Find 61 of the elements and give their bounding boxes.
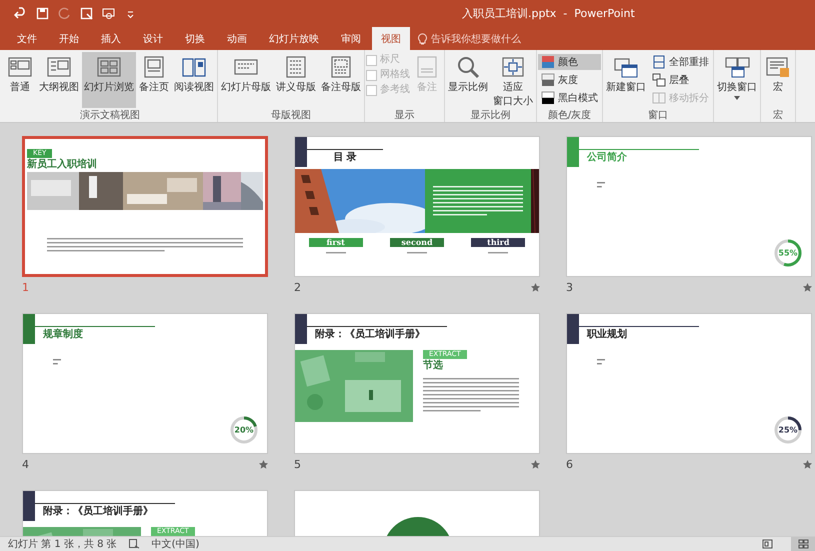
ribbon-tab[interactable]: 切换 <box>174 27 216 50</box>
ribbon-tab[interactable]: 视图 <box>372 27 410 50</box>
group-label: 窗口 <box>647 108 669 122</box>
ribbon-button[interactable]: 显示比例 <box>446 52 490 108</box>
ribbon-button[interactable]: 颜色 <box>538 54 601 70</box>
percent-label: 55% <box>778 248 798 258</box>
group-label: 颜色/灰度 <box>546 108 592 122</box>
slide-title: 职业规划 <box>586 329 628 341</box>
ribbon-button[interactable]: 讲义母版 <box>274 52 318 108</box>
slide-number: 5 <box>294 458 301 470</box>
slide-title: 规章制度 <box>42 329 84 341</box>
ribbon-button[interactable]: 大纲视图 <box>37 52 81 108</box>
ribbon-button[interactable]: 阅读视图 <box>172 52 216 108</box>
ribbon-button[interactable]: 备注母版 <box>319 52 363 108</box>
ribbon-tab[interactable]: 开始 <box>48 27 90 50</box>
ribbon-button[interactable]: 适应 窗口大小 <box>491 52 535 108</box>
slide-title: 附录：《员工培训手册》 <box>42 506 154 518</box>
language-label: 中文(中国) <box>152 538 200 551</box>
ribbon-button[interactable]: 宏 <box>762 52 794 108</box>
slide-thumbnail[interactable]: 规章制度 20% <box>22 313 268 454</box>
tell-me-field[interactable]: 告诉我你想要做什么 <box>418 27 521 50</box>
group-label: 显示比例 <box>470 108 512 122</box>
slide-thumbnail[interactable]: 职业规划 25% <box>566 313 812 454</box>
ribbon-button[interactable]: 灰度 <box>538 72 601 88</box>
group-label: 演示文稿视图 <box>79 108 141 122</box>
group-label: 母版视图 <box>270 108 312 122</box>
ribbon-tab[interactable]: 审阅 <box>330 27 372 50</box>
ribbon-tab[interactable]: 设计 <box>132 27 174 50</box>
ribbon-button[interactable]: 普通 <box>4 52 36 108</box>
ribbon-tab[interactable]: 动画 <box>216 27 258 50</box>
slide-title: 新员工入职培训 <box>27 159 98 171</box>
slide-count: 幻灯片 第 1 张，共 8 张 <box>8 538 117 551</box>
group-label: 显示 <box>394 109 416 122</box>
section-label: third <box>471 238 526 247</box>
window-title: 入职员工培训.pptx - PowerPoint <box>462 6 635 21</box>
slide-number: 1 <box>22 280 29 294</box>
ribbon-button[interactable]: 备注页 <box>137 52 171 108</box>
ribbon-tab[interactable]: 幻灯片放映 <box>258 27 330 50</box>
ribbon-button[interactable]: 层叠 <box>649 72 712 88</box>
section-label: first <box>308 238 363 247</box>
group-label: 宏 <box>772 108 784 122</box>
slide-number: 3 <box>566 280 573 294</box>
slide-number: 4 <box>22 458 29 470</box>
slide-number: 2 <box>294 280 301 294</box>
percent-label: 20% <box>234 426 254 434</box>
slide-subtitle: 节选 <box>423 360 444 372</box>
slide-title: 公司简介 <box>586 152 628 164</box>
ribbon-tab[interactable]: 文件 <box>6 27 48 50</box>
slide-title: 目 录 <box>333 152 357 164</box>
slide-number: 6 <box>566 458 573 470</box>
slide-title: 附录：《员工培训手册》 <box>314 329 426 341</box>
ribbon-button[interactable]: 切换窗口 <box>715 52 759 108</box>
percent-label: 25% <box>778 426 798 434</box>
ribbon-button[interactable]: 幻灯片浏览 <box>82 52 136 108</box>
ribbon-button[interactable]: 黑白模式 <box>538 90 601 106</box>
ribbon-tab[interactable]: 插入 <box>90 27 132 50</box>
section-label: second <box>390 238 444 247</box>
ribbon-button[interactable]: 幻灯片母版 <box>219 52 273 108</box>
slide-thumbnail[interactable]: 目 录 first second third <box>294 136 540 277</box>
ribbon-button[interactable]: 全部重排 <box>649 54 712 70</box>
ribbon-button[interactable]: 新建窗口 <box>604 52 648 108</box>
